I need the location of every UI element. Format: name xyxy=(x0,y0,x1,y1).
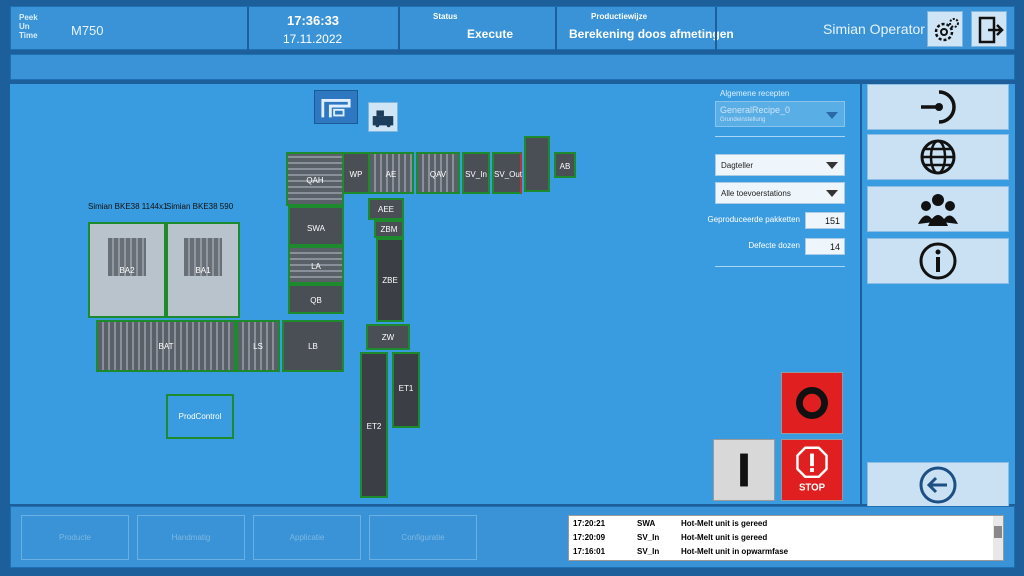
stop-mode-button[interactable] xyxy=(781,372,843,434)
info-button[interactable] xyxy=(867,238,1009,284)
module-bat[interactable]: BAT xyxy=(96,320,236,372)
defects-value: 14 xyxy=(805,238,845,255)
gear-icon xyxy=(934,18,959,42)
packaging-machine-icon xyxy=(372,110,394,128)
module-zbe[interactable]: ZBE xyxy=(376,238,404,322)
machine-model: M750 xyxy=(71,23,104,38)
key-icon xyxy=(921,90,956,124)
circle-o-icon xyxy=(796,387,828,419)
module-aee[interactable]: AEE xyxy=(368,198,404,220)
module-ae[interactable]: AE xyxy=(368,152,414,194)
user-name: Simian Operator xyxy=(823,21,925,37)
module-sv-in[interactable]: SV_In xyxy=(462,152,490,194)
machine-label-1: Simian BKE38 1144x1 xyxy=(88,202,168,211)
top-bar: Peek Un Time M750 17:36:33 17.11.2022 St… xyxy=(10,6,1015,51)
svg-text:STOP: STOP xyxy=(799,482,826,493)
login-button[interactable] xyxy=(867,84,1009,130)
stop-octagon-icon: STOP xyxy=(796,446,828,493)
machine-label-2: Simian BKE38 590 xyxy=(166,202,234,211)
module-transfer[interactable] xyxy=(524,136,550,192)
recipe-select[interactable]: GeneralRecipe_0 Grundeinstellung xyxy=(715,101,845,127)
chevron-down-icon xyxy=(826,112,838,119)
tab-configuration[interactable]: Configuratie xyxy=(369,515,477,560)
users-button[interactable] xyxy=(867,186,1009,232)
chevron-down-icon xyxy=(826,190,838,197)
clock-date: 17.11.2022 xyxy=(283,32,343,46)
divider xyxy=(247,7,249,51)
produced-value: 151 xyxy=(805,212,845,229)
divider xyxy=(715,7,717,51)
logout-button[interactable] xyxy=(971,11,1007,47)
module-ab[interactable]: AB xyxy=(554,152,576,178)
back-button[interactable] xyxy=(867,462,1009,508)
module-et2[interactable]: ET2 xyxy=(360,352,388,498)
tab-application[interactable]: Applicatie xyxy=(253,515,361,560)
divider xyxy=(715,266,845,267)
defects-label: Defecte dozen xyxy=(748,241,800,250)
settings-button[interactable] xyxy=(927,11,963,47)
module-la[interactable]: LA xyxy=(288,246,344,284)
divider xyxy=(555,7,557,51)
module-qav[interactable]: QAV xyxy=(416,152,460,194)
language-button[interactable] xyxy=(867,134,1009,180)
main-panel: Simian BKE38 1144x1 Simian BKE38 590 BA2… xyxy=(10,84,860,504)
recipes-title: Algemene recepten xyxy=(720,89,790,98)
log-scrollbar[interactable] xyxy=(993,516,1003,560)
event-log[interactable]: 17:20:21 SWA Hot-Melt unit is gereed 17:… xyxy=(568,515,1004,561)
divider xyxy=(398,7,400,51)
module-lb[interactable]: LB xyxy=(282,320,344,372)
sub-bar xyxy=(10,54,1015,80)
conveyor-layout-icon xyxy=(321,99,351,118)
conveyor-view-button[interactable] xyxy=(314,90,358,124)
module-ba1[interactable]: BA1 xyxy=(166,222,240,318)
status-label: Status xyxy=(433,12,458,21)
mode-label: Productiewijze xyxy=(591,12,648,21)
module-qb[interactable]: QB xyxy=(288,284,344,314)
divider xyxy=(715,136,845,137)
status-value: Execute xyxy=(467,27,514,41)
module-et1[interactable]: ET1 xyxy=(392,352,420,428)
users-icon xyxy=(918,194,958,226)
bottom-bar: Producte Handmatig Applicatie Configurat… xyxy=(10,506,1015,568)
side-panel xyxy=(862,84,1015,508)
back-arrow-icon xyxy=(919,466,957,504)
module-qah[interactable]: QAH xyxy=(286,152,344,206)
module-sv-out[interactable]: SV_Out xyxy=(492,152,522,194)
info-icon xyxy=(919,242,957,280)
module-wp[interactable]: WP xyxy=(342,152,370,194)
emergency-stop-button[interactable]: STOP xyxy=(781,439,843,501)
chevron-down-icon xyxy=(826,162,838,169)
module-ba2[interactable]: BA2 xyxy=(88,222,166,318)
module-swa[interactable]: SWA xyxy=(288,206,344,246)
produced-label: Geproduceerde pakketten xyxy=(707,215,800,224)
module-ls[interactable]: LS xyxy=(236,320,280,372)
counter-select[interactable]: Dagteller xyxy=(715,154,845,176)
tab-manual[interactable]: Handmatig xyxy=(137,515,245,560)
scrollbar-thumb[interactable] xyxy=(994,526,1002,538)
start-button[interactable] xyxy=(713,439,775,501)
prodcontrol-button[interactable]: ProdControl xyxy=(166,394,234,439)
company-logo: Peek Un Time xyxy=(19,13,38,40)
module-zbm[interactable]: ZBM xyxy=(374,220,404,238)
tab-production[interactable]: Producte xyxy=(21,515,129,560)
station-select[interactable]: Alle toevoerstations xyxy=(715,182,845,204)
mode-value: Berekening doos afmetingen xyxy=(569,27,734,41)
start-bar-icon xyxy=(740,453,748,487)
globe-icon xyxy=(920,139,956,175)
clock-time: 17:36:33 xyxy=(287,13,340,28)
machine-view-button[interactable] xyxy=(368,102,398,132)
module-zw[interactable]: ZW xyxy=(366,324,410,350)
exit-door-icon xyxy=(978,16,1004,44)
